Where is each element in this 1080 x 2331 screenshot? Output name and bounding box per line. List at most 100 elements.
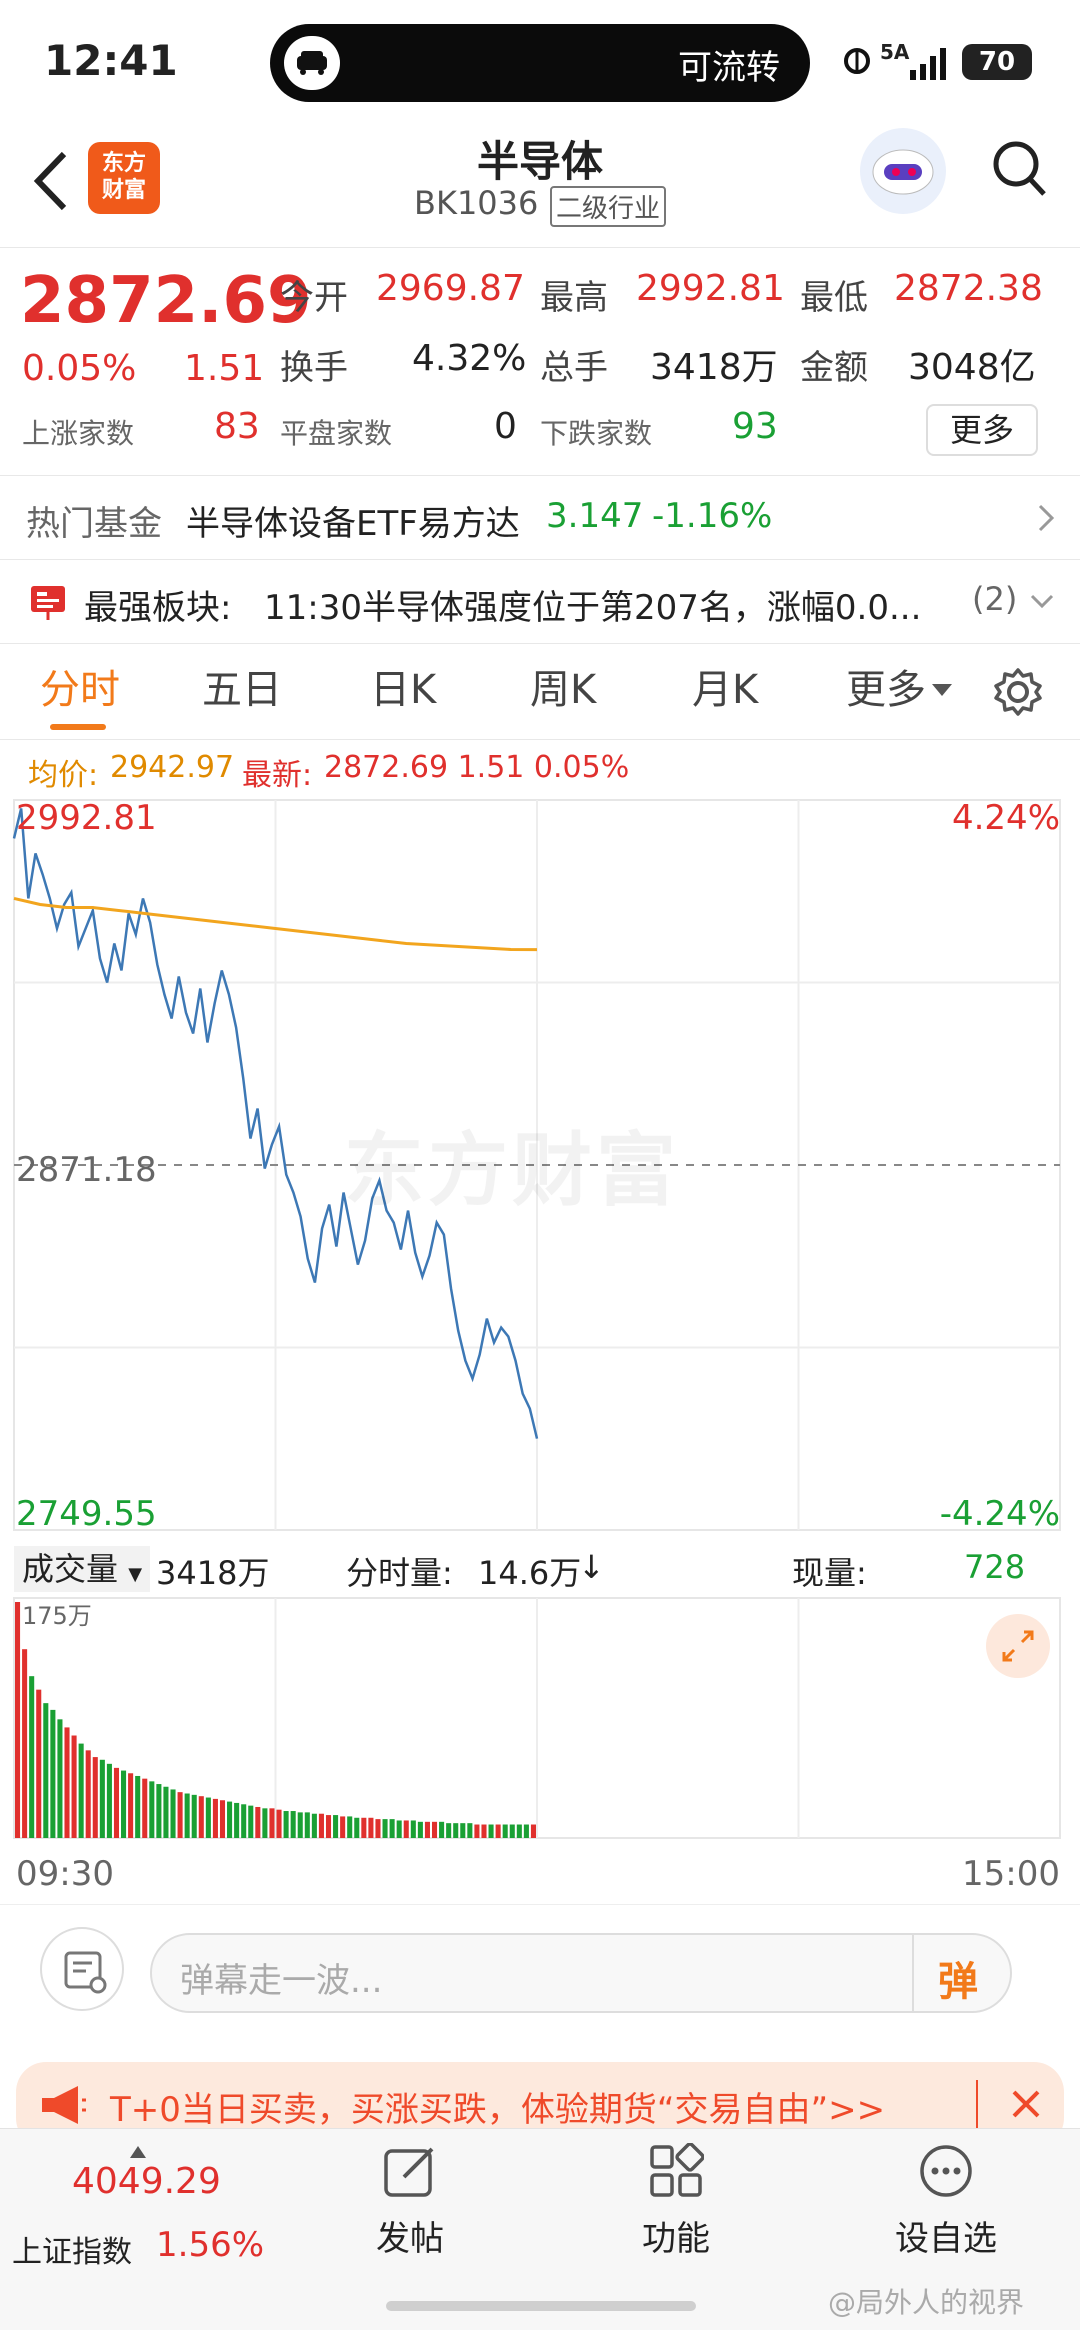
volume-bar [396, 1820, 402, 1838]
open-value: 2969.87 [376, 268, 525, 309]
expand-icon[interactable] [986, 1614, 1050, 1678]
brand-watermark: 东方财富 [344, 1124, 680, 1217]
tab-monthly-k[interactable]: 月K [692, 644, 758, 736]
flat-count-label: 平盘家数 [280, 417, 393, 450]
now-volume: 728 [964, 1548, 1026, 1586]
grid-icon [648, 2142, 705, 2199]
volume-bar [50, 1709, 56, 1838]
amount-label: 金额 [800, 348, 868, 388]
chevron-right-icon [1034, 500, 1058, 536]
volume-bar [128, 1773, 134, 1838]
volume-chart[interactable] [0, 1594, 1080, 1844]
volume-bar [333, 1815, 339, 1838]
settings-icon[interactable] [990, 664, 1046, 720]
robot-avatar[interactable] [860, 128, 946, 214]
tick-volume: 14.6万 [478, 1554, 582, 1592]
volume-bar [177, 1792, 183, 1838]
volume-bar [170, 1789, 176, 1838]
tab-daily-k[interactable]: 日K [370, 644, 436, 736]
volume-bar [262, 1808, 268, 1838]
hot-fund-pct: -1.16% [652, 496, 773, 536]
flat-count: 0 [494, 406, 517, 447]
volume-bar [439, 1821, 445, 1838]
up-count: 83 [214, 406, 260, 447]
tab-indicator [50, 724, 106, 730]
sector-code: BK1036 [414, 184, 539, 222]
search-icon[interactable] [990, 134, 1050, 204]
caret-up-icon [130, 2143, 146, 2158]
header: 东方 财富 半导体 BK1036 二级行业 [0, 120, 1080, 248]
volume-bar [205, 1797, 211, 1838]
volume-bar [347, 1816, 353, 1838]
volume-bar [184, 1793, 190, 1838]
danmu-input[interactable]: 弹幕走一波... 弹 [150, 1933, 1012, 2013]
tab-intraday[interactable]: 分时 [40, 644, 120, 736]
dynamic-island[interactable]: 可流转 [270, 24, 810, 102]
volume-bar [424, 1821, 430, 1838]
danmu-list-icon[interactable] [40, 1927, 124, 2011]
chevron-down-icon[interactable] [1028, 592, 1056, 612]
volume-bar [417, 1821, 423, 1838]
post-label: 发帖 [376, 2219, 444, 2259]
sector-tag: 二级行业 [550, 186, 667, 227]
index-name: 上证指数 [12, 2235, 132, 2270]
pill-text: 可流转 [678, 48, 780, 88]
megaphone-icon [40, 2084, 88, 2126]
latest-label: 最新: [242, 758, 313, 793]
volume-bar [375, 1819, 381, 1838]
home-indicator[interactable] [386, 2301, 696, 2311]
car-icon [284, 36, 340, 90]
volume-bar [29, 1676, 35, 1838]
volume-bar [198, 1796, 204, 1838]
network-type: 5A [880, 40, 910, 64]
function-label: 功能 [642, 2219, 710, 2259]
volume-bar [446, 1823, 452, 1838]
volume-bar [219, 1800, 226, 1838]
volume-bar [191, 1794, 197, 1838]
tab-weekly-k[interactable]: 周K [530, 644, 596, 736]
more-dots-icon [918, 2143, 974, 2199]
volume-bar [234, 1802, 240, 1838]
hot-fund-name: 半导体设备ETF易方达 [186, 504, 520, 544]
volume-bar [269, 1808, 275, 1838]
volume-total: 3418万 [156, 1554, 270, 1592]
volume-bar [241, 1804, 247, 1838]
now-volume-label: 现量: [792, 1554, 867, 1592]
index-value: 4049.29 [72, 2161, 221, 2202]
index-ticker[interactable]: 4049.29 上证指数 1.56% [0, 2129, 280, 2331]
high-value: 2992.81 [636, 268, 785, 309]
pct-max-label: 4.24% [951, 798, 1060, 838]
close-icon[interactable] [1006, 2084, 1046, 2124]
strongest-sector-row[interactable]: 最强板块: 11:30半导体强度位于第207名，涨幅0.0... (2) [0, 560, 1080, 644]
danmu-send-button[interactable]: 弹 [938, 1949, 978, 2007]
volume-bar [297, 1812, 303, 1838]
avg-label: 均价: [28, 758, 99, 793]
tab-more[interactable]: 更多 [846, 644, 926, 736]
chart-tabs: 分时 五日 日K 周K 月K 更多 [0, 644, 1080, 740]
volume-bar [255, 1806, 261, 1838]
tab-five-day[interactable]: 五日 [202, 644, 282, 736]
volume-selector[interactable]: 成交量 ▼ [14, 1546, 151, 1592]
caret-down-icon: ▼ [128, 1564, 143, 1585]
volume-bar [276, 1809, 282, 1838]
watch-label: 设自选 [895, 2219, 997, 2259]
edit-icon [382, 2143, 438, 2199]
amount-value: 3048亿 [908, 347, 1036, 388]
signal-icon [910, 44, 954, 80]
status-time: 12:41 [44, 36, 178, 85]
hot-fund-row[interactable]: 热门基金 半导体设备ETF易方达 3.147 -1.16% [0, 476, 1080, 560]
weibo-watermark: @局外人的视界 [828, 2286, 1025, 2319]
battery-icon: 70 [962, 44, 1032, 80]
more-button[interactable]: 更多 [926, 404, 1038, 456]
volume-bar [304, 1812, 310, 1838]
volume-bar [163, 1786, 169, 1838]
turnover-label: 换手 [280, 348, 348, 388]
volume-bar [71, 1735, 77, 1838]
tick-volume-label: 分时量: [346, 1554, 453, 1592]
volume-bar [156, 1784, 162, 1838]
x-end-label: 15:00 [962, 1854, 1060, 1894]
pct-min-label: -4.24% [939, 1494, 1060, 1534]
volume-bar [99, 1759, 105, 1838]
volume-bar [212, 1798, 218, 1838]
status-bar: 12:41 可流转 5A 70 [0, 0, 1080, 120]
